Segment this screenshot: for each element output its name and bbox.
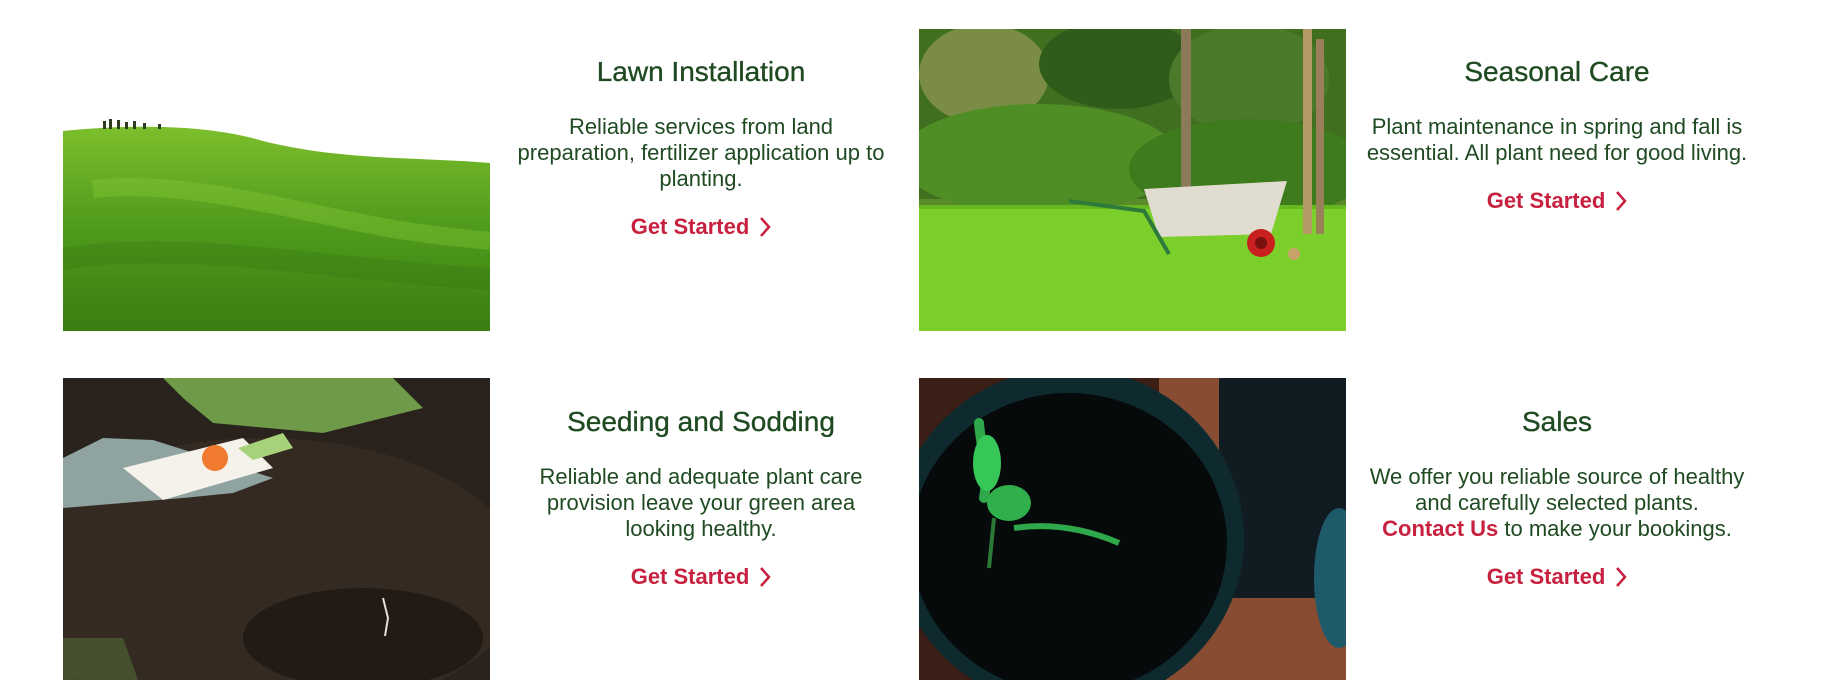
lawn-installation-description: Reliable services from land preparation,…	[517, 114, 885, 191]
lawn-installation-get-started-link[interactable]: Get Started	[631, 214, 772, 240]
sales-card: Sales We offer you reliable source of he…	[1357, 406, 1757, 590]
seeding-and-sodding-description: Reliable and adequate plant care provisi…	[539, 464, 863, 541]
chevron-right-icon	[1615, 566, 1627, 588]
sales-description-text: We offer you reliable source of healthy …	[1369, 464, 1745, 515]
lawn-installation-card: Lawn Installation Reliable services from…	[501, 56, 901, 240]
cta-label: Get Started	[1486, 188, 1606, 213]
chevron-right-icon	[1615, 190, 1627, 212]
seasonal-care-image	[919, 29, 1346, 331]
seasonal-care-get-started-link[interactable]: Get Started	[1487, 188, 1628, 214]
seeding-and-sodding-get-started-link[interactable]: Get Started	[631, 564, 772, 590]
seasonal-care-description: Plant maintenance in spring and fall is …	[1366, 114, 1748, 165]
lawn-installation-title: Lawn Installation	[596, 56, 806, 87]
sales-description-suffix: to make your bookings.	[1498, 516, 1732, 541]
lawn-installation-image	[63, 29, 490, 331]
seasonal-care-card: Seasonal Care Plant maintenance in sprin…	[1357, 56, 1757, 214]
chevron-right-icon	[759, 566, 771, 588]
seasonal-care-title: Seasonal Care	[1464, 56, 1650, 87]
contact-us-link[interactable]: Contact Us	[1382, 516, 1498, 541]
sales-get-started-link[interactable]: Get Started	[1487, 564, 1628, 590]
cta-label: Get Started	[630, 214, 750, 239]
seeding-and-sodding-title: Seeding and Sodding	[567, 406, 835, 437]
seeding-and-sodding-image	[63, 378, 490, 680]
sales-description: We offer you reliable source of healthy …	[1357, 464, 1757, 542]
seeding-and-sodding-card: Seeding and Sodding Reliable and adequat…	[501, 406, 901, 590]
sales-title: Sales	[1521, 406, 1593, 437]
cta-label: Get Started	[1486, 564, 1606, 589]
sales-image	[919, 378, 1346, 680]
cta-label: Get Started	[630, 564, 750, 589]
chevron-right-icon	[759, 216, 771, 238]
